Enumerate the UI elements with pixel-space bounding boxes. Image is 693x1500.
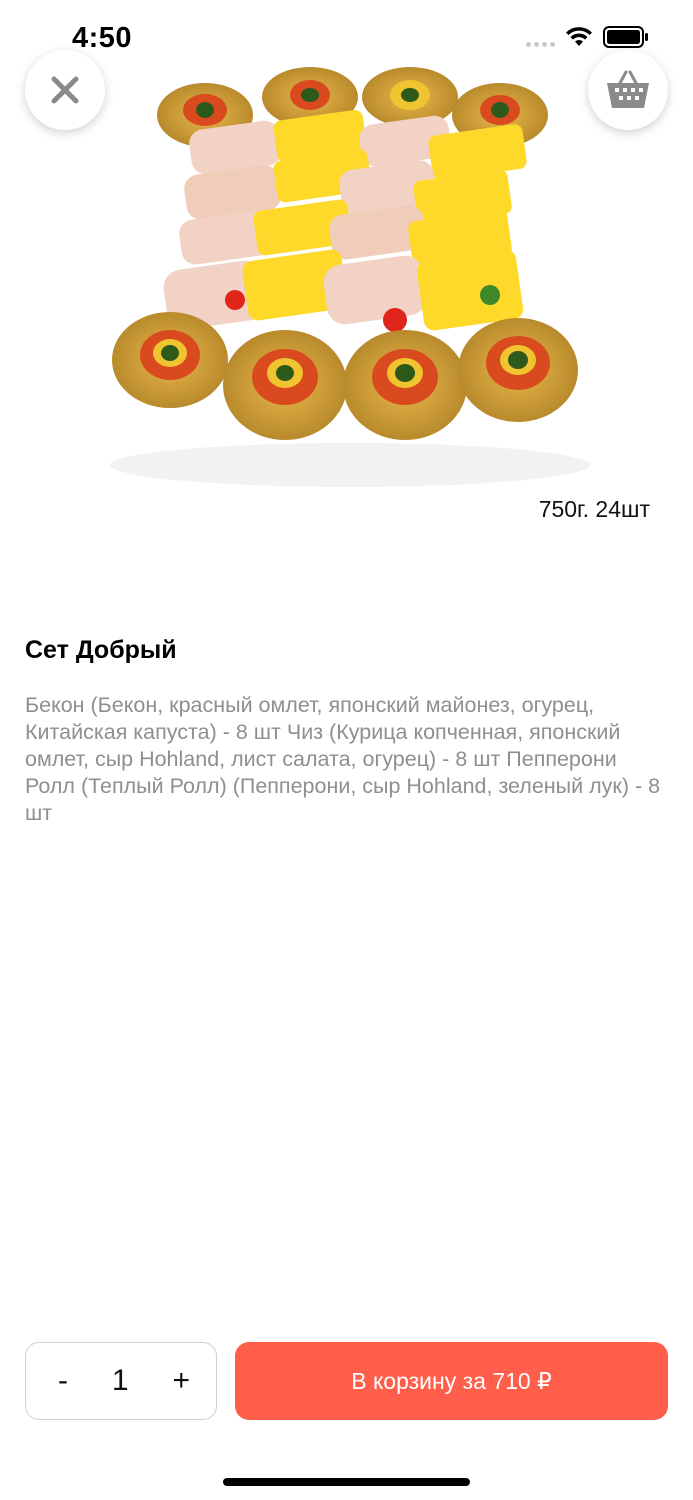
product-title: Сет Добрый [25, 636, 177, 664]
close-icon [51, 76, 79, 104]
add-to-cart-label: В корзину за 710 ₽ [351, 1367, 552, 1394]
product-weight-count: 750г. 24шт [538, 496, 650, 522]
quantity-value: 1 [111, 1364, 129, 1397]
cellular-signal-icon [526, 27, 555, 47]
increase-quantity-button[interactable]: + [172, 1364, 190, 1398]
status-icons [526, 26, 649, 48]
add-to-cart-button[interactable]: В корзину за 710 ₽ [235, 1342, 668, 1420]
battery-icon [603, 26, 648, 48]
product-image [110, 67, 590, 487]
home-indicator [223, 1478, 470, 1486]
quantity-stepper: - 1 + [25, 1342, 217, 1420]
wifi-icon [566, 27, 592, 46]
close-button[interactable] [25, 50, 105, 130]
basket-icon [607, 70, 649, 108]
product-description: Бекон (Бекон, красный омлет, японский ма… [25, 693, 661, 825]
status-time: 4:50 [72, 22, 133, 54]
decrease-quantity-button[interactable]: - [58, 1364, 68, 1398]
basket-button[interactable] [588, 50, 668, 130]
